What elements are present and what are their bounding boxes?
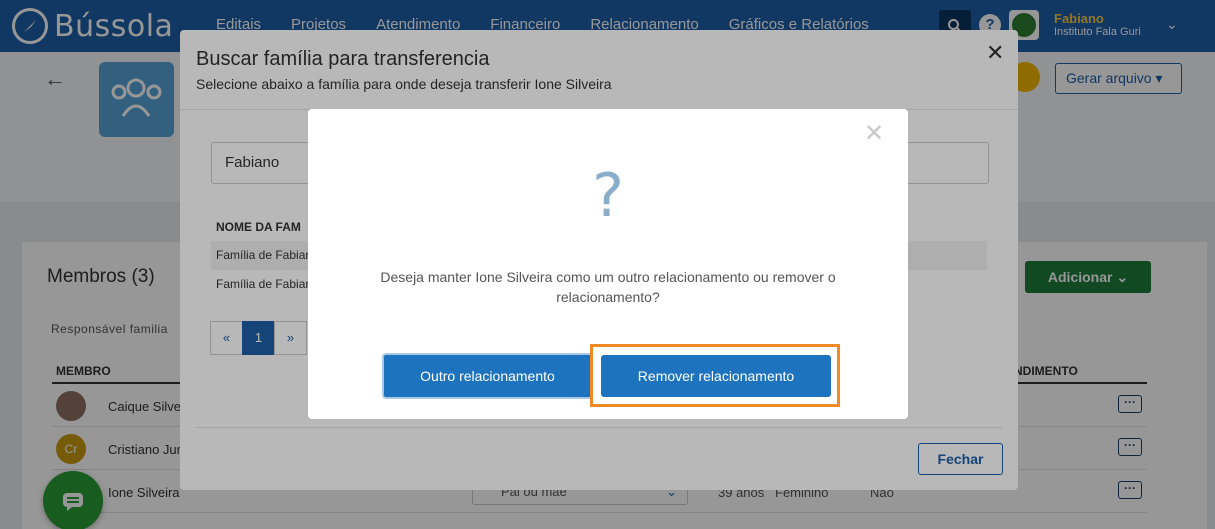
confirm-message: Deseja manter Ione Silveira como um outr… (380, 269, 836, 305)
confirm-dialog: ✕ ? Deseja manter Ione Silveira como um … (308, 109, 908, 419)
close-icon[interactable]: ✕ (864, 119, 884, 148)
outro-relacionamento-button[interactable]: Outro relacionamento (382, 353, 593, 399)
question-icon: ? (592, 161, 624, 231)
remover-relacionamento-button[interactable]: Remover relacionamento (601, 355, 831, 397)
